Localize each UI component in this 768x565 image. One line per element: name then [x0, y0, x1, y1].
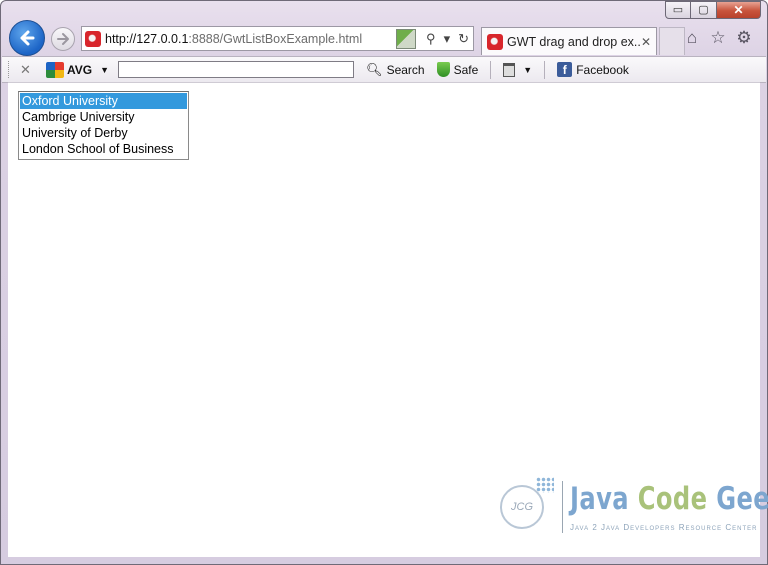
- tab-close-icon[interactable]: ✕: [641, 35, 651, 49]
- close-window-button[interactable]: ✕: [717, 1, 761, 19]
- watermark-title: Java Code Geeks: [570, 481, 768, 517]
- arrow-left-icon: [20, 30, 35, 46]
- watermark-title-geeks: Geeks: [716, 481, 768, 517]
- toolbar-close-icon[interactable]: ✕: [20, 62, 34, 78]
- new-tab-button[interactable]: [659, 27, 685, 55]
- window-caption-buttons: ▭ ▢ ✕: [665, 1, 761, 19]
- watermark-title-code: Code: [637, 481, 717, 517]
- shield-icon: [436, 62, 450, 77]
- toolbar-search-label: Search: [386, 62, 425, 77]
- toolbar-facebook-label: Facebook: [576, 62, 629, 77]
- address-tools: ⚲ ▾ ↻: [396, 27, 473, 50]
- magnifier-icon: 🔍︎: [366, 61, 383, 77]
- watermark-divider: [562, 481, 563, 533]
- toolbar-safe-label: Safe: [453, 62, 479, 77]
- jcg-dots-decoration: [536, 477, 554, 493]
- toolbar-safe-button[interactable]: Safe: [436, 62, 479, 77]
- watermark-title-java: Java: [570, 481, 638, 517]
- arrow-right-icon: [57, 33, 69, 45]
- list-option[interactable]: Cambrige University: [20, 109, 187, 125]
- list-option[interactable]: University of Derby: [20, 125, 187, 141]
- tab-active[interactable]: GWT drag and drop ex... ✕: [481, 27, 657, 55]
- tab-favicon-icon: [487, 33, 503, 50]
- toolbar-search-button[interactable]: 🔍︎ Search: [366, 62, 425, 78]
- minimize-button[interactable]: ▭: [665, 1, 691, 19]
- browser-window: ▭ ▢ ✕ http://127.0.0.1:8888/GwtListBoxEx…: [0, 0, 768, 565]
- back-button[interactable]: [9, 20, 45, 56]
- forward-button[interactable]: [51, 27, 75, 51]
- page-content: Oxford University Cambrige University Un…: [8, 82, 768, 557]
- avg-label[interactable]: AVG: [67, 63, 92, 77]
- search-dropdown-icon[interactable]: ▾: [440, 31, 455, 47]
- browser-command-icons: ⌂ ☆ ⚙: [683, 29, 753, 47]
- watermark-tagline: Java 2 Java Developers Resource Center: [570, 523, 758, 532]
- trash-icon[interactable]: [503, 62, 516, 77]
- site-favicon-icon: [85, 30, 101, 47]
- compatibility-view-icon[interactable]: [396, 28, 417, 49]
- trash-dropdown-icon[interactable]: ▼: [523, 65, 532, 75]
- list-option[interactable]: London School of Business: [20, 141, 187, 157]
- avg-logo-icon: [46, 61, 64, 78]
- java-code-geeks-watermark: JCG Java Code Geeks Java 2 Java Develope…: [500, 477, 768, 539]
- toolbar-search-input[interactable]: [118, 61, 355, 78]
- address-bar[interactable]: http://127.0.0.1:8888/GwtListBoxExample.…: [81, 26, 474, 51]
- facebook-icon: f: [557, 62, 573, 77]
- home-icon[interactable]: ⌂: [683, 29, 701, 47]
- avg-dropdown-icon[interactable]: ▼: [100, 65, 109, 75]
- university-listbox[interactable]: Oxford University Cambrige University Un…: [18, 91, 189, 160]
- favorites-star-icon[interactable]: ☆: [709, 29, 727, 47]
- list-option[interactable]: Oxford University: [20, 93, 187, 109]
- toolbar-divider: [544, 60, 546, 79]
- toolbar-grip[interactable]: [8, 61, 12, 78]
- navigation-bar: http://127.0.0.1:8888/GwtListBoxExample.…: [9, 20, 759, 56]
- avg-toolbar: ✕ AVG ▼ 🔍︎ Search Safe ▼ f Facebook: [2, 56, 766, 83]
- refresh-icon[interactable]: ↻: [454, 31, 473, 47]
- toolbar-divider: [490, 60, 492, 79]
- toolbar-facebook-button[interactable]: f Facebook: [557, 62, 629, 77]
- url-path: :8888/GwtListBoxExample.html: [188, 31, 363, 46]
- url-host: http://127.0.0.1: [105, 31, 189, 46]
- settings-gear-icon[interactable]: ⚙: [735, 29, 753, 47]
- maximize-button[interactable]: ▢: [691, 1, 717, 19]
- tab-title: GWT drag and drop ex...: [507, 34, 641, 49]
- search-icon[interactable]: ⚲: [422, 31, 440, 47]
